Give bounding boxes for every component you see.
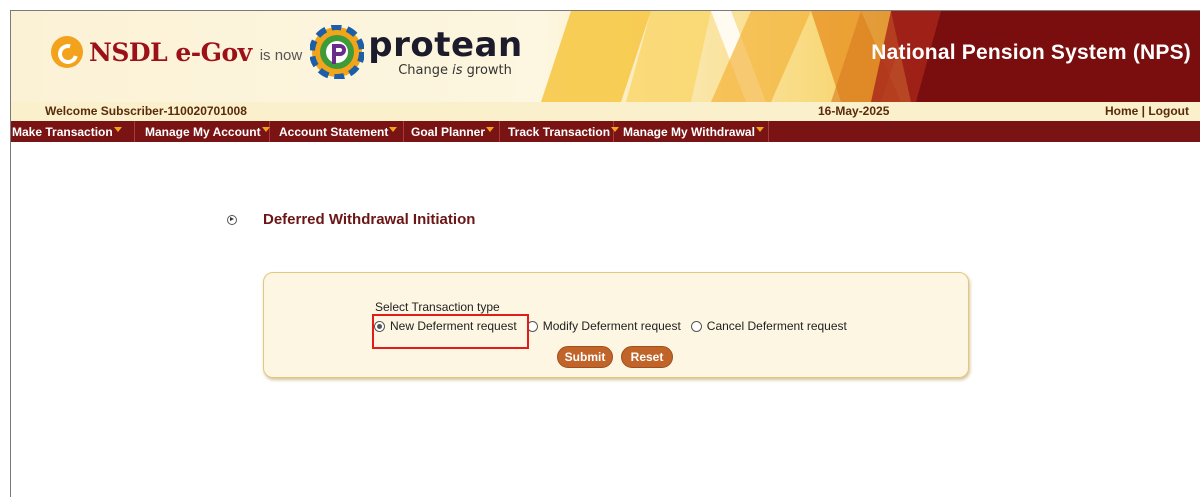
dropdown-arrow-icon: [755, 127, 764, 132]
menu-make-transaction[interactable]: Make Transaction: [11, 121, 135, 142]
menu-label: Make Transaction: [12, 124, 113, 139]
menu-label: Manage My Account: [145, 124, 261, 139]
menu-manage-my-account[interactable]: Manage My Account: [135, 121, 270, 142]
option-label: Cancel Deferment request: [706, 319, 847, 333]
protean-word: protean: [368, 24, 523, 65]
menu-label: Account Statement: [279, 124, 389, 139]
transaction-type-label: Select Transaction type: [375, 300, 500, 314]
welcome-text: Welcome Subscriber-110020701008: [45, 104, 247, 118]
home-logout-links: Home | Logout: [1105, 104, 1189, 118]
date-text: 16-May-2025: [818, 104, 890, 118]
menu-label: Track Transaction: [508, 124, 611, 139]
logo-area: NSDL e-Gov is now protean Change is grow…: [51, 17, 523, 87]
system-title: National Pension System (NPS): [871, 41, 1191, 64]
dropdown-arrow-icon: [113, 127, 122, 132]
home-link[interactable]: Home: [1105, 104, 1138, 118]
welcome-bar: Welcome Subscriber-110020701008 16-May-2…: [11, 102, 1200, 121]
tagline-part-1: Change: [398, 62, 453, 78]
logout-link[interactable]: Logout: [1148, 104, 1189, 118]
radio-button[interactable]: [374, 320, 385, 332]
tagline-part-2: is: [452, 62, 463, 78]
dropdown-arrow-icon: [261, 127, 270, 132]
menu-track-transaction[interactable]: Track Transaction: [500, 121, 620, 142]
option-new-deferment[interactable]: New Deferment request: [374, 319, 517, 333]
protean-logo-icon: [310, 25, 365, 79]
is-now-text: is now: [259, 46, 303, 64]
option-cancel-deferment[interactable]: Cancel Deferment request: [690, 319, 847, 333]
tagline-part-3: growth: [462, 62, 512, 78]
browser-frame: NSDL e-Gov is now protean Change is grow…: [10, 10, 1200, 497]
transaction-type-panel: Select Transaction type New Deferment re…: [263, 272, 969, 378]
submit-button[interactable]: Submit: [557, 346, 613, 368]
nsdl-logo-icon: [51, 36, 83, 68]
page-title: Deferred Withdrawal Initiation: [263, 211, 476, 228]
dropdown-arrow-icon: [389, 127, 398, 132]
radio-button[interactable]: [526, 320, 538, 332]
protean-wordmark: protean Change is growth: [368, 28, 522, 77]
dropdown-arrow-icon: [486, 127, 495, 132]
section-heading: Deferred Withdrawal Initiation: [227, 211, 475, 228]
menu-label: Goal Planner: [411, 124, 486, 139]
option-modify-deferment[interactable]: Modify Deferment request: [526, 319, 681, 333]
nsdl-logo-text: NSDL e-Gov: [89, 37, 252, 67]
header-banner: NSDL e-Gov is now protean Change is grow…: [11, 11, 1200, 102]
menu-account-statement[interactable]: Account Statement: [270, 121, 404, 142]
main-menu: Make Transaction Manage My Account Accou…: [11, 121, 1200, 142]
menu-goal-planner[interactable]: Goal Planner: [404, 121, 500, 142]
transaction-type-options: New Deferment request Modify Deferment r…: [374, 319, 857, 333]
menu-label: Manage My Withdrawal: [623, 124, 755, 139]
link-separator: |: [1138, 104, 1149, 118]
reset-button[interactable]: Reset: [621, 346, 673, 368]
option-label: Modify Deferment request: [542, 319, 681, 333]
menu-manage-my-withdrawal[interactable]: Manage My Withdrawal: [614, 121, 769, 142]
radio-button[interactable]: [690, 320, 702, 332]
play-bullet-icon: [227, 214, 237, 225]
protean-tagline: Change is growth: [398, 64, 522, 77]
option-label: New Deferment request: [390, 319, 517, 333]
